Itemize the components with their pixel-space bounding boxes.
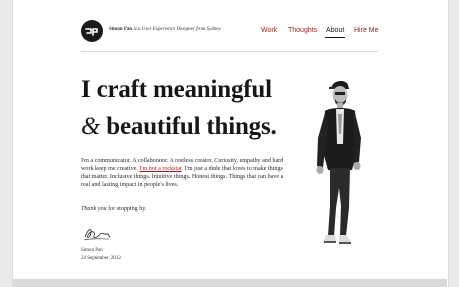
bio-paragraph: I'm a communicator. A collaborator. A re…: [81, 157, 286, 189]
hero-headline: I craft meaningful & beautiful things.: [81, 71, 277, 145]
active-nav-indicator: [325, 37, 345, 38]
tagline-description: is a User Experience Designer from Sydne…: [132, 27, 222, 32]
nav-item-hire-me[interactable]: Hire Me: [354, 27, 379, 34]
hero-line-1: I craft meaningful: [81, 76, 272, 103]
tagline-name: Simon Pan: [109, 27, 133, 32]
thanks-emphasis: Thank you: [81, 206, 107, 212]
signoff-date: 24 September, 2012: [81, 256, 121, 261]
signature-image: [83, 229, 111, 241]
portrait-photo: [316, 80, 361, 244]
site-tagline: Simon Pan is a User Experience Designer …: [109, 27, 222, 32]
rockstar-link[interactable]: I'm not a rockstar: [139, 166, 181, 172]
thanks-line: Thank you for stopping by.: [81, 206, 146, 212]
header-divider: [81, 51, 378, 52]
nav-item-thoughts[interactable]: Thoughts: [288, 27, 317, 34]
thanks-rest: for stopping by.: [106, 206, 147, 212]
logo[interactable]: [81, 20, 103, 42]
footer-band: [12, 279, 447, 287]
hero-line-2-text: beautiful things.: [100, 113, 277, 140]
nav-item-about[interactable]: About: [326, 27, 344, 34]
sp-monogram-icon: [85, 28, 98, 36]
signoff-name: Simon Pan: [81, 248, 103, 253]
nav-item-work[interactable]: Work: [261, 27, 277, 34]
hero-line-2: & beautiful things.: [81, 108, 277, 145]
hero-ampersand: &: [81, 113, 101, 140]
